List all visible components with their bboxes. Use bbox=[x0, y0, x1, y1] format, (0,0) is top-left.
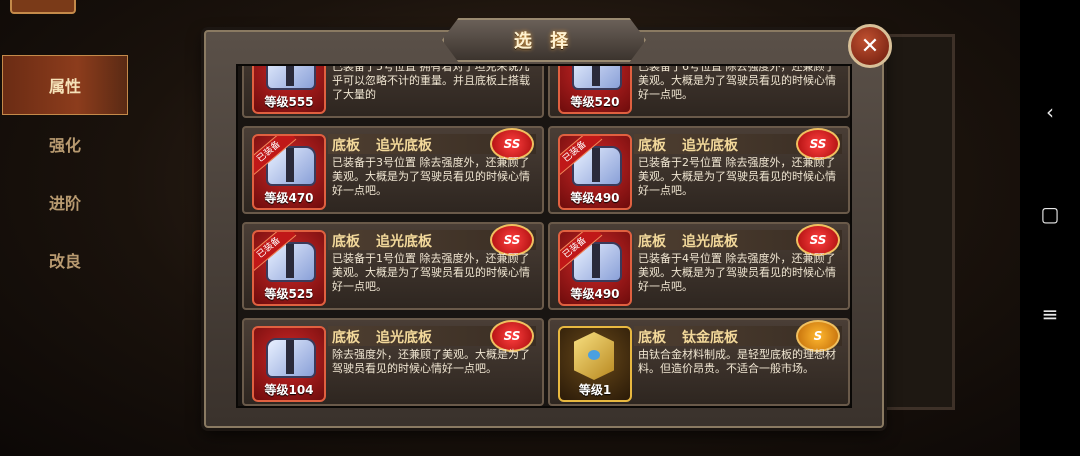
item-header: 底板 追光底板 SS bbox=[634, 224, 842, 256]
item-description: 由钛合金材料制成。是轻型底板的理想材料。但造价昂贵。不适合一般市场。 bbox=[638, 348, 836, 375]
item-icon: 已装备 等级490 bbox=[558, 134, 632, 210]
item-icon: 等级520 bbox=[558, 66, 632, 114]
top-left-badge bbox=[10, 0, 76, 14]
item-description: 除去强度外，还兼顾了美观。大概是为了驾驶员看见的时候心情好一点吧。 bbox=[332, 348, 530, 375]
side-tab-list: 属性 强化 进阶 改良 bbox=[0, 55, 130, 289]
item-name: 追光底板 bbox=[376, 330, 432, 346]
item-name: 追光底板 bbox=[682, 234, 738, 250]
item-type: 底板 bbox=[638, 330, 666, 346]
item-level: 等级470 bbox=[264, 191, 314, 205]
item-card-2[interactable]: 等级520 已装备于6号位置 除去强度外，还兼顾了美观。大概是为了驾驶员看见的时… bbox=[548, 64, 850, 118]
item-card-8[interactable]: 等级1 底板 钛金底板 S 由钛合金材料制成。是轻型底板的理想材料。但造价昂贵。… bbox=[548, 318, 850, 406]
item-icon: 等级555 bbox=[252, 66, 326, 114]
system-nav-bar: ‹ ▢ ≡ bbox=[1020, 0, 1080, 456]
item-level: 等级490 bbox=[570, 191, 620, 205]
item-description: 已装备于3号位置 除去强度外，还兼顾了美观。大概是为了驾驶员看见的时候心情好一点… bbox=[332, 156, 530, 197]
item-name: 钛金底板 bbox=[682, 330, 738, 346]
item-type: 底板 bbox=[332, 138, 360, 154]
titanium-plate-icon bbox=[574, 332, 614, 380]
item-card-5[interactable]: 已装备 等级525 底板 追光底板 SS 已装备于1号位置 除去强度外，还兼顾了… bbox=[242, 222, 544, 310]
item-header: 底板 钛金底板 S bbox=[634, 320, 842, 352]
item-card-7[interactable]: 等级104 底板 追光底板 SS 除去强度外，还兼顾了美观。大概是为了驾驶员看见… bbox=[242, 318, 544, 406]
item-list[interactable]: 等级555 已装备于5号位置 拥有着对于坦克来说几乎可以忽略不计的重量。并且底板… bbox=[236, 64, 852, 408]
item-name: 追光底板 bbox=[682, 138, 738, 154]
item-card-1[interactable]: 等级555 已装备于5号位置 拥有着对于坦克来说几乎可以忽略不计的重量。并且底板… bbox=[242, 64, 544, 118]
item-header: 底板 追光底板 SS bbox=[328, 320, 536, 352]
armor-plate-icon bbox=[572, 66, 622, 90]
tab-improve[interactable]: 改良 bbox=[0, 231, 130, 289]
close-button[interactable]: ✕ bbox=[848, 24, 892, 68]
item-level: 等级520 bbox=[570, 95, 620, 109]
item-type: 底板 bbox=[638, 234, 666, 250]
item-header: 底板 追光底板 SS bbox=[634, 128, 842, 160]
background-panel-frame bbox=[872, 34, 955, 410]
item-level: 等级104 bbox=[264, 383, 314, 397]
item-name: 追光底板 bbox=[376, 234, 432, 250]
item-description: 已装备于5号位置 拥有着对于坦克来说几乎可以忽略不计的重量。并且底板上搭载了大量… bbox=[332, 64, 530, 101]
tab-attributes[interactable]: 属性 bbox=[2, 55, 128, 115]
item-icon: 已装备 等级470 bbox=[252, 134, 326, 210]
item-card-4[interactable]: 已装备 等级490 底板 追光底板 SS 已装备于2号位置 除去强度外，还兼顾了… bbox=[548, 126, 850, 214]
item-icon: 等级104 bbox=[252, 326, 326, 402]
menu-nav-icon[interactable]: ≡ bbox=[1020, 294, 1080, 334]
tab-enhance[interactable]: 强化 bbox=[0, 115, 130, 173]
armor-plate-icon bbox=[266, 338, 316, 378]
item-type: 底板 bbox=[638, 138, 666, 154]
item-description: 已装备于2号位置 除去强度外，还兼顾了美观。大概是为了驾驶员看见的时候心情好一点… bbox=[638, 156, 836, 197]
armor-plate-icon bbox=[266, 66, 316, 90]
item-level: 等级555 bbox=[264, 95, 314, 109]
item-type: 底板 bbox=[332, 330, 360, 346]
item-icon: 已装备 等级490 bbox=[558, 230, 632, 306]
item-icon: 等级1 bbox=[558, 326, 632, 402]
item-name: 追光底板 bbox=[376, 138, 432, 154]
dialog-title-plate: 选 择 bbox=[442, 18, 646, 62]
back-nav-icon[interactable]: ‹ bbox=[1020, 92, 1080, 132]
item-header: 底板 追光底板 SS bbox=[328, 128, 536, 160]
home-nav-icon[interactable]: ▢ bbox=[1020, 194, 1080, 234]
item-level: 等级490 bbox=[570, 287, 620, 301]
item-icon: 已装备 等级525 bbox=[252, 230, 326, 306]
item-card-6[interactable]: 已装备 等级490 底板 追光底板 SS 已装备于4号位置 除去强度外，还兼顾了… bbox=[548, 222, 850, 310]
item-description: 已装备于4号位置 除去强度外，还兼顾了美观。大概是为了驾驶员看见的时候心情好一点… bbox=[638, 252, 836, 293]
item-description: 已装备于6号位置 除去强度外，还兼顾了美观。大概是为了驾驶员看见的时候心情好一点… bbox=[638, 64, 836, 101]
select-dialog: 选 择 ✕ 等级555 已装备于5号位置 拥有着对于坦克来说几乎可以忽略不计的重… bbox=[204, 18, 892, 428]
dialog-title: 选 择 bbox=[513, 31, 575, 52]
item-description: 已装备于1号位置 除去强度外，还兼顾了美观。大概是为了驾驶员看见的时候心情好一点… bbox=[332, 252, 530, 293]
item-level: 等级1 bbox=[578, 383, 612, 397]
item-type: 底板 bbox=[332, 234, 360, 250]
item-level: 等级525 bbox=[264, 287, 314, 301]
item-card-3[interactable]: 已装备 等级470 底板 追光底板 SS 已装备于3号位置 除去强度外，还兼顾了… bbox=[242, 126, 544, 214]
tab-advance[interactable]: 进阶 bbox=[0, 173, 130, 231]
item-header: 底板 追光底板 SS bbox=[328, 224, 536, 256]
